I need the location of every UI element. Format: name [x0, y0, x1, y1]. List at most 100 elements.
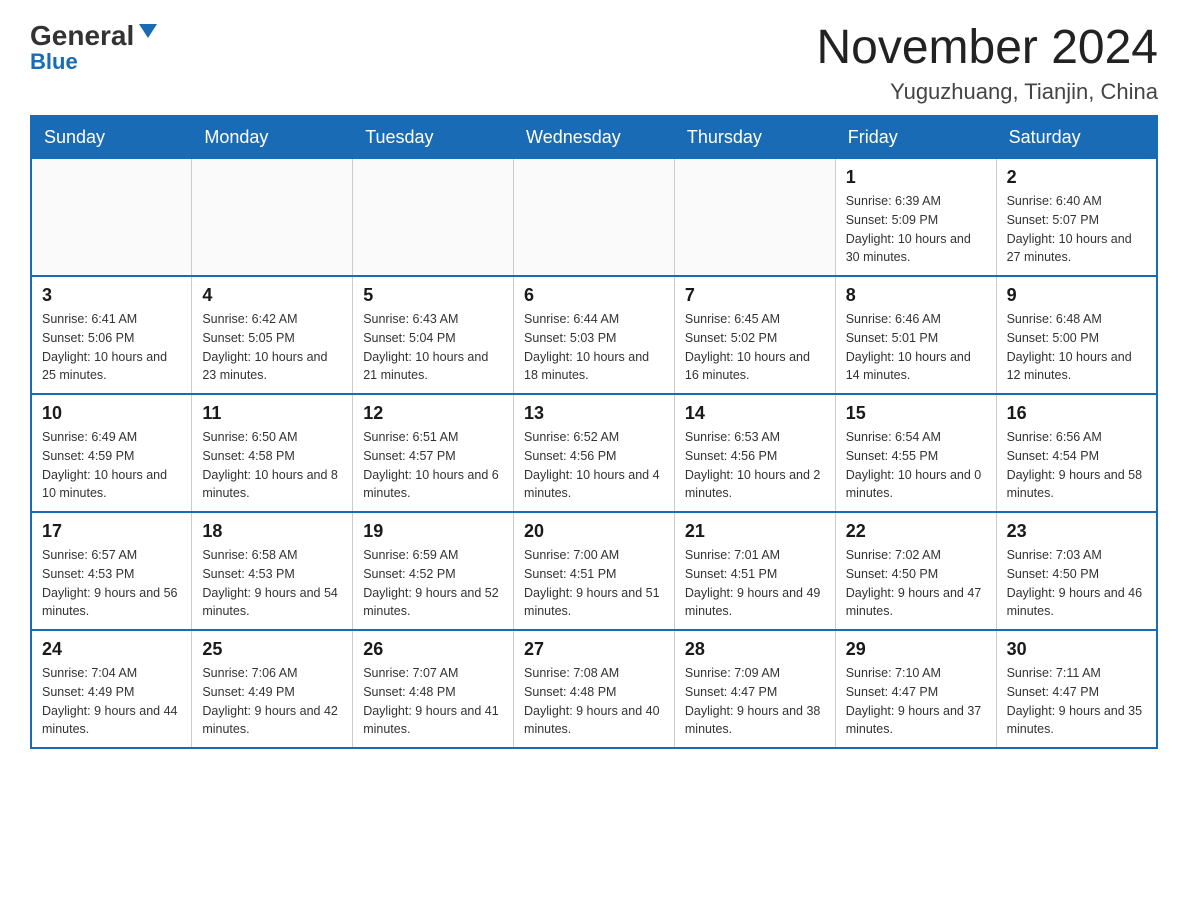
- logo-blue: Blue: [30, 49, 78, 75]
- calendar-cell: [31, 159, 192, 277]
- day-info: Sunrise: 7:09 AM Sunset: 4:47 PM Dayligh…: [685, 664, 825, 739]
- day-number: 23: [1007, 521, 1146, 542]
- day-info: Sunrise: 6:54 AM Sunset: 4:55 PM Dayligh…: [846, 428, 986, 503]
- calendar-cell: 3Sunrise: 6:41 AM Sunset: 5:06 PM Daylig…: [31, 276, 192, 394]
- calendar-cell: 20 Sunrise: 7:00 AM Sunset: 4:51 PM Dayli…: [514, 512, 675, 630]
- day-info: Sunrise: 6:48 AM Sunset: 5:00 PM Dayligh…: [1007, 310, 1146, 385]
- day-info: Sunrise: 6:57 AM Sunset: 4:53 PM Dayligh…: [42, 546, 181, 621]
- day-info: Sunrise: 7:02 AM Sunset: 4:50 PM Dayligh…: [846, 546, 986, 621]
- calendar-cell: 5 Sunrise: 6:43 AM Sunset: 5:04 PM Daylig…: [353, 276, 514, 394]
- calendar-cell: 14 Sunrise: 6:53 AM Sunset: 4:56 PM Dayli…: [674, 394, 835, 512]
- day-info: Sunrise: 6:59 AM Sunset: 4:52 PM Dayligh…: [363, 546, 503, 621]
- calendar-cell: 12Sunrise: 6:51 AM Sunset: 4:57 PM Dayli…: [353, 394, 514, 512]
- calendar-cell: [674, 159, 835, 277]
- day-number: 7: [685, 285, 825, 306]
- calendar-cell: 13 Sunrise: 6:52 AM Sunset: 4:56 PM Dayli…: [514, 394, 675, 512]
- day-number: 3: [42, 285, 181, 306]
- calendar-cell: 23 Sunrise: 7:03 AM Sunset: 4:50 PM Dayli…: [996, 512, 1157, 630]
- day-number: 15: [846, 403, 986, 424]
- day-info: Sunrise: 7:06 AM Sunset: 4:49 PM Dayligh…: [202, 664, 342, 739]
- weekday-header-tuesday: Tuesday: [353, 116, 514, 159]
- calendar-cell: 22 Sunrise: 7:02 AM Sunset: 4:50 PM Dayli…: [835, 512, 996, 630]
- calendar-table: SundayMondayTuesdayWednesdayThursdayFrid…: [30, 115, 1158, 749]
- day-info: Sunrise: 7:04 AM Sunset: 4:49 PM Dayligh…: [42, 664, 181, 739]
- day-number: 29: [846, 639, 986, 660]
- weekday-header-thursday: Thursday: [674, 116, 835, 159]
- day-info: Sunrise: 6:58 AM Sunset: 4:53 PM Dayligh…: [202, 546, 342, 621]
- calendar-week-row: 1Sunrise: 6:39 AM Sunset: 5:09 PM Daylig…: [31, 159, 1157, 277]
- calendar-cell: 11 Sunrise: 6:50 AM Sunset: 4:58 PM Dayli…: [192, 394, 353, 512]
- calendar-cell: 16Sunrise: 6:56 AM Sunset: 4:54 PM Dayli…: [996, 394, 1157, 512]
- day-info: Sunrise: 6:42 AM Sunset: 5:05 PM Dayligh…: [202, 310, 342, 385]
- calendar-cell: 8Sunrise: 6:46 AM Sunset: 5:01 PM Daylig…: [835, 276, 996, 394]
- day-info: Sunrise: 6:39 AM Sunset: 5:09 PM Dayligh…: [846, 192, 986, 267]
- calendar-cell: 28 Sunrise: 7:09 AM Sunset: 4:47 PM Dayli…: [674, 630, 835, 748]
- calendar-cell: 7 Sunrise: 6:45 AM Sunset: 5:02 PM Daylig…: [674, 276, 835, 394]
- day-number: 28: [685, 639, 825, 660]
- day-number: 26: [363, 639, 503, 660]
- day-info: Sunrise: 6:43 AM Sunset: 5:04 PM Dayligh…: [363, 310, 503, 385]
- weekday-header-saturday: Saturday: [996, 116, 1157, 159]
- day-info: Sunrise: 7:03 AM Sunset: 4:50 PM Dayligh…: [1007, 546, 1146, 621]
- calendar-cell: 21 Sunrise: 7:01 AM Sunset: 4:51 PM Dayli…: [674, 512, 835, 630]
- calendar-cell: [353, 159, 514, 277]
- day-number: 18: [202, 521, 342, 542]
- day-number: 24: [42, 639, 181, 660]
- weekday-header-sunday: Sunday: [31, 116, 192, 159]
- calendar-week-row: 24 Sunrise: 7:04 AM Sunset: 4:49 PM Dayli…: [31, 630, 1157, 748]
- calendar-cell: 15 Sunrise: 6:54 AM Sunset: 4:55 PM Dayli…: [835, 394, 996, 512]
- day-info: Sunrise: 6:56 AM Sunset: 4:54 PM Dayligh…: [1007, 428, 1146, 503]
- day-number: 22: [846, 521, 986, 542]
- calendar-cell: 29 Sunrise: 7:10 AM Sunset: 4:47 PM Dayli…: [835, 630, 996, 748]
- day-number: 25: [202, 639, 342, 660]
- calendar-week-row: 3Sunrise: 6:41 AM Sunset: 5:06 PM Daylig…: [31, 276, 1157, 394]
- day-number: 8: [846, 285, 986, 306]
- calendar-cell: [514, 159, 675, 277]
- page-header: General Blue November 2024 Yuguzhuang, T…: [30, 20, 1158, 105]
- month-year-title: November 2024: [816, 20, 1158, 75]
- day-info: Sunrise: 6:49 AM Sunset: 4:59 PM Dayligh…: [42, 428, 181, 503]
- day-number: 5: [363, 285, 503, 306]
- day-number: 20: [524, 521, 664, 542]
- calendar-cell: 1Sunrise: 6:39 AM Sunset: 5:09 PM Daylig…: [835, 159, 996, 277]
- calendar-cell: 27 Sunrise: 7:08 AM Sunset: 4:48 PM Dayli…: [514, 630, 675, 748]
- logo-general: General: [30, 22, 134, 50]
- calendar-cell: 18 Sunrise: 6:58 AM Sunset: 4:53 PM Dayli…: [192, 512, 353, 630]
- day-info: Sunrise: 6:45 AM Sunset: 5:02 PM Dayligh…: [685, 310, 825, 385]
- calendar-cell: 9 Sunrise: 6:48 AM Sunset: 5:00 PM Daylig…: [996, 276, 1157, 394]
- day-number: 21: [685, 521, 825, 542]
- calendar-cell: 10 Sunrise: 6:49 AM Sunset: 4:59 PM Dayli…: [31, 394, 192, 512]
- day-info: Sunrise: 6:50 AM Sunset: 4:58 PM Dayligh…: [202, 428, 342, 503]
- calendar-cell: 25 Sunrise: 7:06 AM Sunset: 4:49 PM Dayli…: [192, 630, 353, 748]
- day-number: 11: [202, 403, 342, 424]
- day-number: 30: [1007, 639, 1146, 660]
- day-number: 13: [524, 403, 664, 424]
- day-info: Sunrise: 6:40 AM Sunset: 5:07 PM Dayligh…: [1007, 192, 1146, 267]
- day-info: Sunrise: 7:11 AM Sunset: 4:47 PM Dayligh…: [1007, 664, 1146, 739]
- day-number: 10: [42, 403, 181, 424]
- day-number: 2: [1007, 167, 1146, 188]
- day-info: Sunrise: 6:44 AM Sunset: 5:03 PM Dayligh…: [524, 310, 664, 385]
- day-info: Sunrise: 6:52 AM Sunset: 4:56 PM Dayligh…: [524, 428, 664, 503]
- location-subtitle: Yuguzhuang, Tianjin, China: [816, 79, 1158, 105]
- weekday-header-monday: Monday: [192, 116, 353, 159]
- day-number: 14: [685, 403, 825, 424]
- day-number: 27: [524, 639, 664, 660]
- day-info: Sunrise: 7:10 AM Sunset: 4:47 PM Dayligh…: [846, 664, 986, 739]
- day-number: 19: [363, 521, 503, 542]
- calendar-header-row: SundayMondayTuesdayWednesdayThursdayFrid…: [31, 116, 1157, 159]
- day-number: 6: [524, 285, 664, 306]
- day-number: 9: [1007, 285, 1146, 306]
- logo-arrow-icon: [137, 20, 159, 42]
- day-info: Sunrise: 7:08 AM Sunset: 4:48 PM Dayligh…: [524, 664, 664, 739]
- calendar-week-row: 10 Sunrise: 6:49 AM Sunset: 4:59 PM Dayli…: [31, 394, 1157, 512]
- day-info: Sunrise: 7:01 AM Sunset: 4:51 PM Dayligh…: [685, 546, 825, 621]
- day-number: 17: [42, 521, 181, 542]
- calendar-cell: [192, 159, 353, 277]
- day-info: Sunrise: 7:07 AM Sunset: 4:48 PM Dayligh…: [363, 664, 503, 739]
- day-info: Sunrise: 7:00 AM Sunset: 4:51 PM Dayligh…: [524, 546, 664, 621]
- weekday-header-wednesday: Wednesday: [514, 116, 675, 159]
- calendar-week-row: 17 Sunrise: 6:57 AM Sunset: 4:53 PM Dayli…: [31, 512, 1157, 630]
- day-info: Sunrise: 6:51 AM Sunset: 4:57 PM Dayligh…: [363, 428, 503, 503]
- day-info: Sunrise: 6:53 AM Sunset: 4:56 PM Dayligh…: [685, 428, 825, 503]
